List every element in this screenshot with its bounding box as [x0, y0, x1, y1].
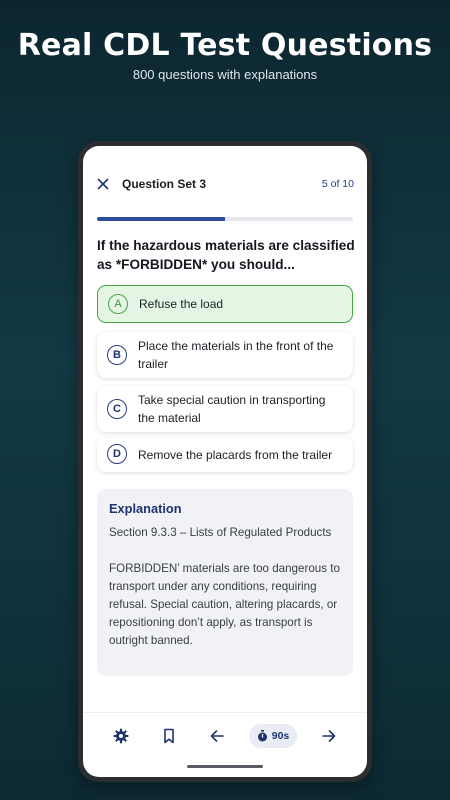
answer-option-a[interactable]: A Refuse the load — [97, 285, 353, 323]
home-indicator — [187, 765, 263, 768]
answer-option-c[interactable]: C Take special caution in transporting t… — [97, 386, 353, 432]
promo-headline: Real CDL Test Questions — [17, 28, 433, 63]
option-letter: B — [107, 345, 127, 365]
question-set-title: Question Set 3 — [122, 177, 207, 191]
gear-icon — [113, 728, 129, 744]
explanation-section: Section 9.3.3 – Lists of Regulated Produ… — [109, 526, 332, 539]
promo-subline: 800 questions with explanations — [132, 67, 318, 82]
close-button[interactable] — [95, 176, 111, 192]
progress-fill — [97, 217, 225, 221]
option-letter: D — [107, 444, 127, 464]
next-button[interactable] — [319, 726, 339, 746]
answer-option-d[interactable]: D Remove the placards from the trailer — [97, 438, 353, 472]
explanation-title: Explanation — [109, 501, 182, 516]
bookmark-icon — [164, 728, 174, 744]
option-text: Take special caution in transporting the… — [138, 393, 326, 425]
explanation-panel: Explanation Section 9.3.3 – Lists of Reg… — [97, 489, 353, 676]
question-text: If the hazardous materials are classifie… — [97, 238, 355, 272]
option-letter: C — [107, 399, 127, 419]
stopwatch-icon — [257, 730, 267, 742]
option-letter: A — [108, 294, 128, 314]
settings-button[interactable] — [111, 726, 131, 746]
timer-button[interactable]: 90s — [249, 724, 297, 748]
answer-option-b[interactable]: B Place the materials in the front of th… — [97, 332, 353, 378]
bottom-divider — [83, 712, 367, 713]
bottom-nav: 90s — [83, 724, 367, 748]
arrow-right-icon — [322, 730, 336, 742]
progress-bar — [97, 217, 353, 221]
app-screen: Question Set 3 5 of 10 If the hazardous … — [83, 146, 367, 777]
previous-button[interactable] — [207, 726, 227, 746]
top-bar: Question Set 3 5 of 10 — [83, 172, 367, 198]
option-text: Place the materials in the front of the … — [138, 339, 334, 371]
question-counter: 5 of 10 — [321, 178, 354, 190]
option-text: Remove the placards from the trailer — [138, 448, 333, 462]
close-icon — [97, 178, 109, 190]
timer-label: 90s — [271, 730, 290, 742]
bookmark-button[interactable] — [159, 726, 179, 746]
option-text: Refuse the load — [139, 297, 224, 311]
explanation-body: FORBIDDEN’ materials are too dangerous t… — [109, 562, 344, 647]
arrow-left-icon — [210, 730, 224, 742]
